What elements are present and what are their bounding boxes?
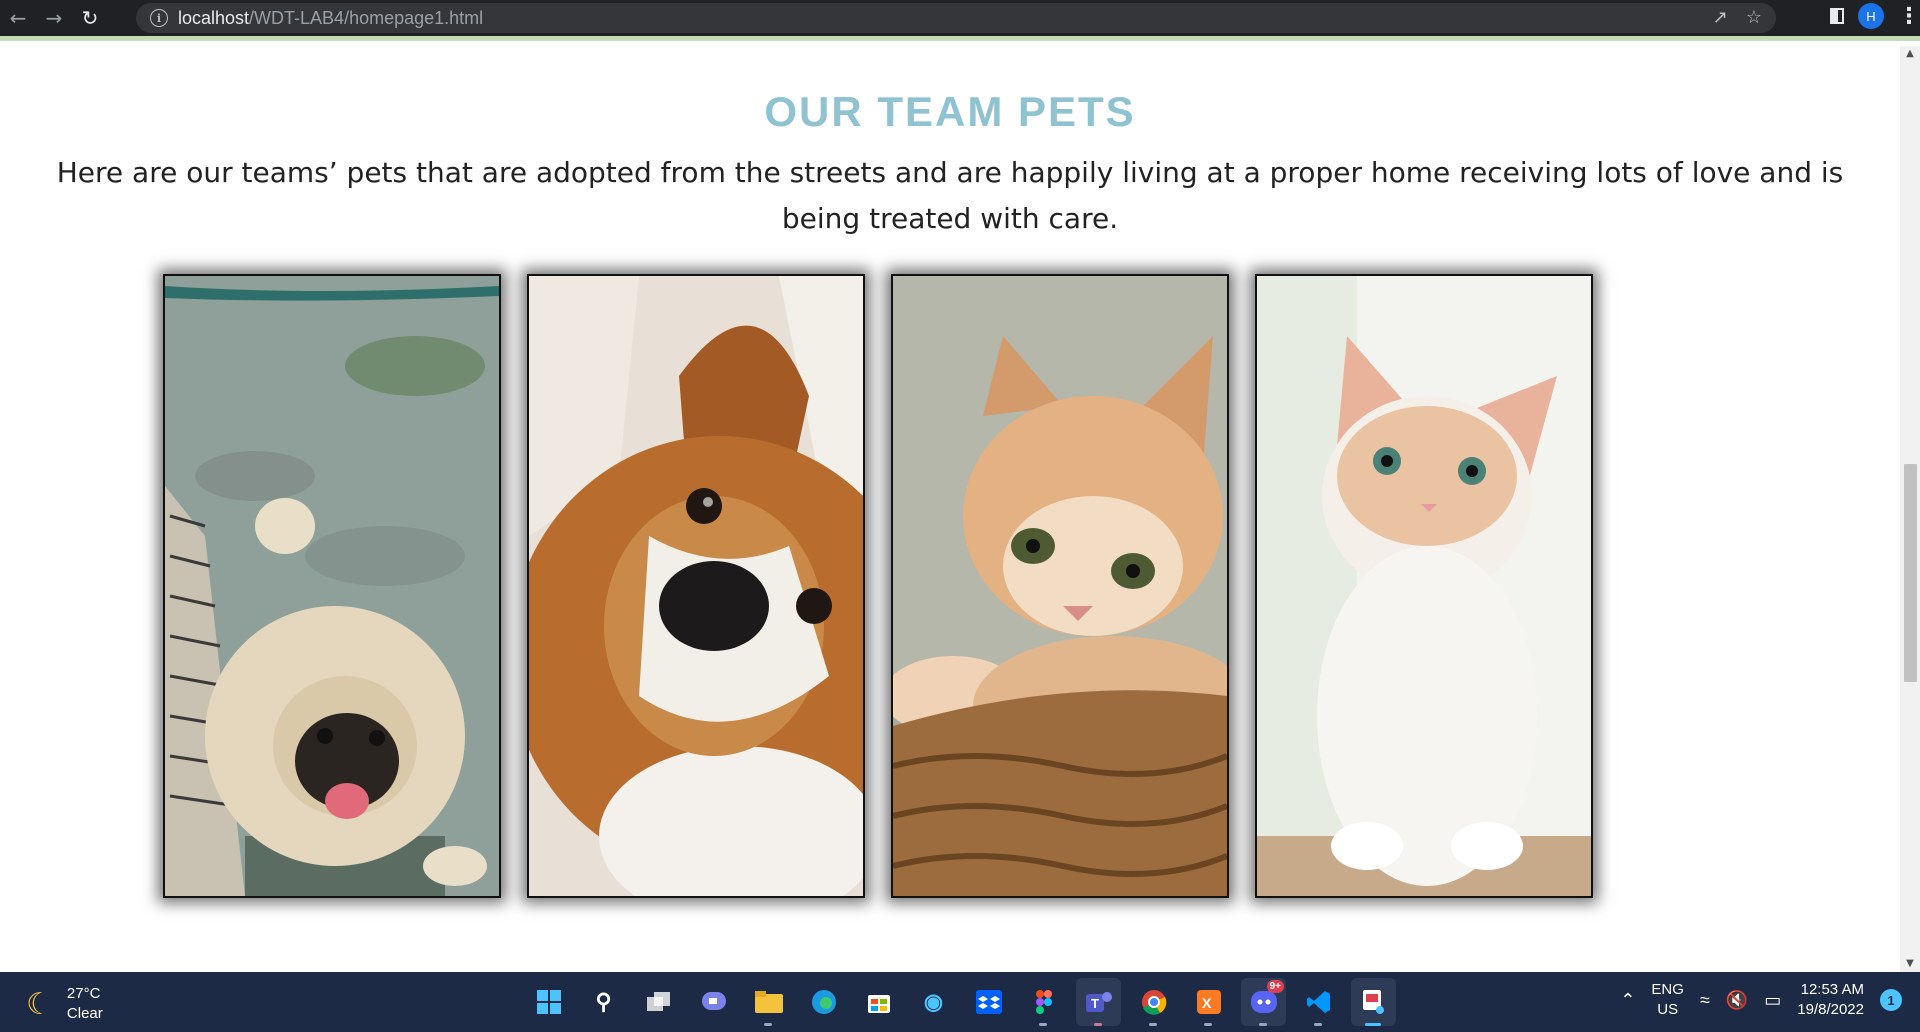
pet-photo-white-kitten <box>1255 274 1593 898</box>
teams-icon[interactable]: T <box>1076 978 1121 1026</box>
section-description: Here are our teams’ pets that are adopte… <box>56 156 1844 235</box>
pet-photo-pug <box>163 274 501 898</box>
reload-icon[interactable]: ↻ <box>72 0 108 36</box>
task-view-icon[interactable] <box>636 978 681 1026</box>
show-hidden-icons-chevron-icon[interactable]: ⌃ <box>1620 990 1635 1011</box>
svg-text:X: X <box>1202 995 1212 1011</box>
taskbar-apps: ⚲ ◉ T X 9+ <box>526 978 1396 1026</box>
windows-start-icon[interactable] <box>526 978 571 1026</box>
weather-condition: Clear <box>66 1005 103 1022</box>
battery-icon[interactable]: ▭ <box>1764 990 1781 1011</box>
address-bar[interactable]: i localhost/WDT-LAB4/homepage1.html ↗ ☆ <box>136 3 1776 33</box>
weather-widget[interactable]: ☾ 27°C Clear <box>26 984 103 1024</box>
dropbox-icon[interactable] <box>966 978 1011 1026</box>
figma-icon[interactable] <box>1021 978 1066 1026</box>
section-title: OUR TEAM PETS <box>764 88 1136 135</box>
pet-photo-corgi <box>527 274 865 898</box>
page-top-border <box>0 36 1920 46</box>
xampp-icon[interactable]: X <box>1186 978 1231 1026</box>
wifi-icon[interactable]: ≈ <box>1700 990 1710 1011</box>
scroll-up-arrow-icon[interactable]: ▲ <box>1900 46 1920 62</box>
discord-icon[interactable]: 9+ <box>1241 978 1286 1026</box>
forward-icon[interactable]: → <box>36 0 72 36</box>
search-icon[interactable]: ⚲ <box>581 978 626 1026</box>
browser-menu-icon[interactable]: ⋮ <box>1898 4 1920 29</box>
system-tray: ⌃ ENG US ≈ 🔇 ▭ 12:53 AM 19/8/2022 1 <box>1620 980 1902 1020</box>
notification-badge[interactable]: 1 <box>1880 989 1902 1011</box>
back-icon[interactable]: ← <box>0 0 36 36</box>
clock-time: 12:53 AM <box>1800 981 1864 998</box>
edge-browser-icon[interactable] <box>801 978 846 1026</box>
snipping-tool-icon[interactable] <box>1351 978 1396 1026</box>
pet-photo-cat-in-basket <box>891 274 1229 898</box>
scroll-down-arrow-icon[interactable]: ▼ <box>1900 956 1920 972</box>
microsoft-store-icon[interactable] <box>856 978 901 1026</box>
url-host: localhost <box>178 7 250 28</box>
windows-taskbar: ☾ 27°C Clear ⚲ ◉ T X 9+ ⌃ ENG US ≈ 🔇 ▭ 1… <box>0 972 1920 1032</box>
vscode-icon[interactable] <box>1296 978 1341 1026</box>
profile-avatar[interactable]: H <box>1858 3 1884 29</box>
share-icon[interactable]: ↗ <box>1713 7 1728 28</box>
chat-icon[interactable] <box>691 978 736 1026</box>
scroll-thumb[interactable] <box>1904 464 1917 682</box>
site-info-icon[interactable]: i <box>150 9 168 27</box>
github-desktop-icon[interactable]: ◉ <box>911 978 956 1026</box>
svg-text:T: T <box>1091 996 1099 1011</box>
bookmark-star-icon[interactable]: ☆ <box>1746 7 1762 28</box>
side-panel-icon[interactable] <box>1830 8 1844 24</box>
url-path: /WDT-LAB4/homepage1.html <box>249 7 484 28</box>
language-indicator[interactable]: ENG US <box>1651 980 1684 1020</box>
language-code: ENG <box>1651 981 1684 998</box>
clock[interactable]: 12:53 AM 19/8/2022 <box>1797 980 1864 1020</box>
browser-toolbar: ← → ↻ i localhost/WDT-LAB4/homepage1.htm… <box>0 0 1920 36</box>
discord-badge: 9+ <box>1266 980 1284 993</box>
file-explorer-icon[interactable] <box>746 978 791 1026</box>
region-code: US <box>1657 1001 1679 1018</box>
chrome-icon[interactable] <box>1131 978 1176 1026</box>
pet-gallery <box>163 274 1593 898</box>
page-viewport: OUR TEAM PETS Here are our teams’ pets t… <box>0 46 1900 972</box>
moon-icon: ☾ <box>26 987 53 1021</box>
weather-temperature: 27°C <box>66 985 101 1002</box>
clock-date: 19/8/2022 <box>1797 1001 1864 1018</box>
page-scrollbar[interactable]: ▲ ▼ <box>1900 46 1920 972</box>
volume-muted-icon[interactable]: 🔇 <box>1726 990 1748 1011</box>
